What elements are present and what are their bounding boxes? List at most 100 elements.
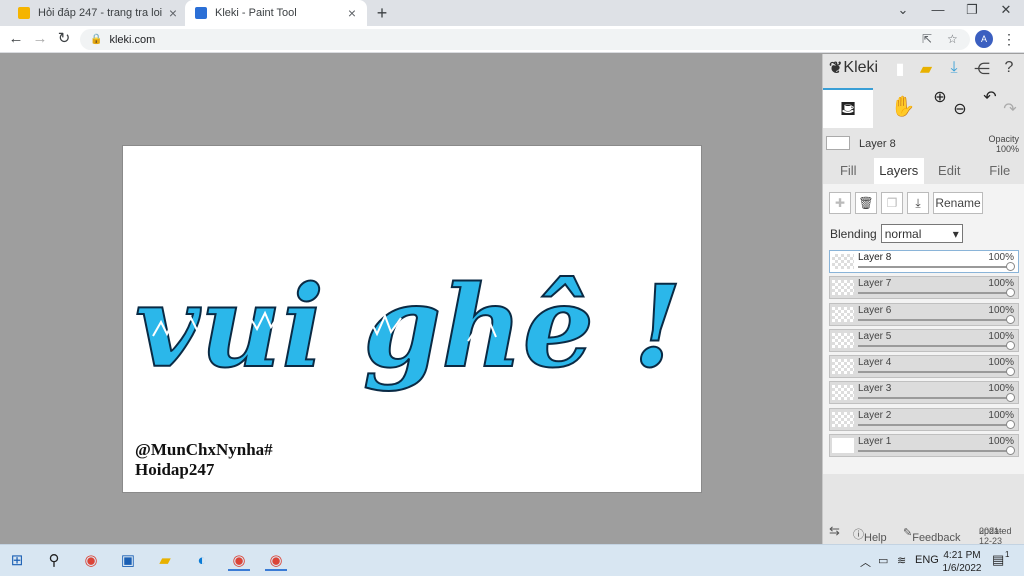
opacity-slider[interactable] <box>858 318 1010 321</box>
chrome-window-icon[interactable]: ◉ <box>265 551 287 571</box>
layers-panel: ✚ 🗑 ❐ ⤓ Rename Blending normal ▾ Layer 81… <box>823 184 1024 474</box>
merge-layer-icon[interactable]: ⤓ <box>907 192 929 214</box>
feedback-link[interactable]: ✎ Feedback <box>903 526 961 544</box>
layer-item[interactable]: Layer 7 100% <box>829 276 1019 300</box>
opacity-slider[interactable] <box>858 266 1010 268</box>
layer-item[interactable]: Layer 3 100% <box>829 381 1019 405</box>
opacity-slider[interactable] <box>858 371 1010 374</box>
store-icon[interactable]: ▣ <box>117 551 139 571</box>
share-icon[interactable]: ⋲ <box>971 59 993 79</box>
download-icon[interactable]: ⤓ <box>943 59 965 77</box>
tab-edit[interactable]: Edit <box>924 158 975 184</box>
tab-hoidap[interactable]: Hỏi đáp 247 - trang tra loi × <box>8 0 188 26</box>
rename-button[interactable]: Rename <box>933 192 983 214</box>
reload-icon[interactable]: ↻ <box>53 29 75 49</box>
current-layer-name: Layer 8 <box>859 138 896 150</box>
windows-start-icon[interactable]: ⊞ <box>6 551 28 571</box>
layer-item[interactable]: Layer 5 100% <box>829 328 1019 352</box>
current-layer-thumbnail <box>826 136 850 150</box>
opacity-slider[interactable] <box>858 397 1010 400</box>
chrome-icon[interactable]: ◉ <box>80 551 102 571</box>
panel-tabs: Fill Layers Edit File <box>823 158 1024 184</box>
hand-tool-icon[interactable]: ✋ <box>883 88 923 128</box>
canvas-workspace[interactable]: vui ghê ! @MunChxNynha# Hoidap247 <box>0 54 822 544</box>
delete-layer-icon[interactable]: 🗑 <box>855 192 877 214</box>
clock[interactable]: 4:21 PM 1/6/2022 <box>940 549 984 575</box>
file-explorer-icon[interactable]: ▰ <box>154 551 176 571</box>
tab-title: Kleki - Paint Tool <box>215 7 297 19</box>
layer-thumbnail <box>832 332 854 348</box>
tab-fill[interactable]: Fill <box>823 158 874 184</box>
wifi-icon[interactable]: ≋ <box>897 554 906 567</box>
close-tab-icon[interactable]: × <box>345 5 359 21</box>
layer-thumbnail <box>832 385 854 401</box>
language-indicator[interactable]: ENG <box>915 554 939 566</box>
tab-kleki[interactable]: Kleki - Paint Tool × <box>185 0 367 26</box>
tab-layers[interactable]: Layers <box>873 158 924 184</box>
help-link[interactable]: ⓘ Help <box>853 526 887 544</box>
bookmark-star-icon[interactable]: ☆ <box>947 32 958 46</box>
slider-knob[interactable] <box>1006 446 1015 456</box>
search-icon[interactable]: ⚲ <box>43 551 65 571</box>
tab-file[interactable]: File <box>975 158 1024 184</box>
address-bar[interactable]: 🔒 kleki.com <box>80 29 970 50</box>
swap-side-icon[interactable]: ⇆ <box>829 523 840 539</box>
layer-item[interactable]: Layer 1 100% <box>829 434 1019 458</box>
browser-tab-strip: Hỏi đáp 247 - trang tra loi × Kleki - Pa… <box>0 0 1024 26</box>
tab-search-icon[interactable]: ⌄ <box>887 2 919 18</box>
slider-knob[interactable] <box>1006 288 1015 298</box>
browser-menu-icon[interactable]: ⋮ <box>1002 31 1016 48</box>
paint-bucket-icon[interactable]: ⛾ <box>823 88 873 128</box>
layer-actions: ✚ 🗑 ❐ ⤓ Rename <box>829 192 983 214</box>
minimize-button[interactable]: — <box>922 2 954 17</box>
help-icon[interactable]: ? <box>998 59 1020 77</box>
opacity-slider[interactable] <box>858 292 1010 295</box>
chrome-window-icon[interactable]: ◉ <box>228 551 250 571</box>
back-icon[interactable]: ← <box>5 29 27 49</box>
current-layer-opacity: Opacity 100% <box>988 134 1019 154</box>
forward-icon[interactable]: → <box>29 29 51 49</box>
edge-icon[interactable]: ◐ <box>191 551 213 571</box>
notification-icon[interactable]: ▤ <box>992 552 1004 568</box>
layer-thumbnail <box>832 306 854 322</box>
share-icon[interactable]: ⇱ <box>922 32 932 46</box>
layer-item[interactable]: Layer 8 100% <box>829 250 1019 273</box>
drawing-canvas[interactable]: vui ghê ! @MunChxNynha# Hoidap247 <box>122 145 702 493</box>
kleki-favicon-icon <box>195 7 207 19</box>
slider-knob[interactable] <box>1006 393 1015 403</box>
zoom-in-icon[interactable]: ⊕ <box>929 88 951 128</box>
slider-knob[interactable] <box>1006 367 1015 377</box>
kleki-logo: ❦ Kleki <box>829 58 878 78</box>
slider-knob[interactable] <box>1006 419 1015 429</box>
new-image-icon[interactable]: ▮ <box>889 59 911 79</box>
tab-title: Hỏi đáp 247 - trang tra loi <box>38 7 163 19</box>
slider-knob[interactable] <box>1006 340 1015 350</box>
blending-select[interactable]: normal ▾ <box>880 224 963 243</box>
profile-avatar[interactable]: A <box>975 30 993 48</box>
maximize-button[interactable]: ❐ <box>956 2 988 18</box>
open-folder-icon[interactable]: ▰ <box>915 59 937 79</box>
layer-item[interactable]: Layer 6 100% <box>829 302 1019 326</box>
layer-item[interactable]: Layer 2 100% <box>829 407 1019 431</box>
opacity-slider[interactable] <box>858 344 1010 347</box>
undo-icon[interactable]: ↶ <box>979 88 1001 128</box>
close-tab-icon[interactable]: × <box>166 5 180 21</box>
layer-item[interactable]: Layer 4 100% <box>829 355 1019 379</box>
close-window-button[interactable]: ✕ <box>990 2 1022 18</box>
chevron-up-icon[interactable]: ︿ <box>860 554 871 570</box>
opacity-slider[interactable] <box>858 423 1010 426</box>
slider-knob[interactable] <box>1006 314 1015 324</box>
duplicate-layer-icon[interactable]: ❐ <box>881 192 903 214</box>
brand-name: Kleki <box>843 59 879 76</box>
slider-knob[interactable] <box>1006 262 1015 271</box>
battery-icon[interactable]: ▭ <box>878 554 888 567</box>
new-tab-button[interactable]: + <box>372 3 392 24</box>
windows-taskbar: ⊞ ⚲ ◉ ▣ ▰ ◐ ◉ ◉ ︿ ▭ ≋ ENG 4:21 PM 1/6/202… <box>0 544 1024 576</box>
hoidap-favicon-icon <box>18 7 30 19</box>
browser-toolbar: ← → ↻ 🔒 kleki.com ⇱ ☆ A ⋮ <box>0 26 1024 53</box>
current-layer-header: Layer 8 Opacity 100% <box>823 132 1024 154</box>
credit-site: Hoidap247 <box>135 460 215 479</box>
opacity-slider[interactable] <box>858 450 1010 453</box>
add-layer-button[interactable]: ✚ <box>829 192 851 214</box>
credit-username: @MunChxNynha# <box>135 440 273 459</box>
